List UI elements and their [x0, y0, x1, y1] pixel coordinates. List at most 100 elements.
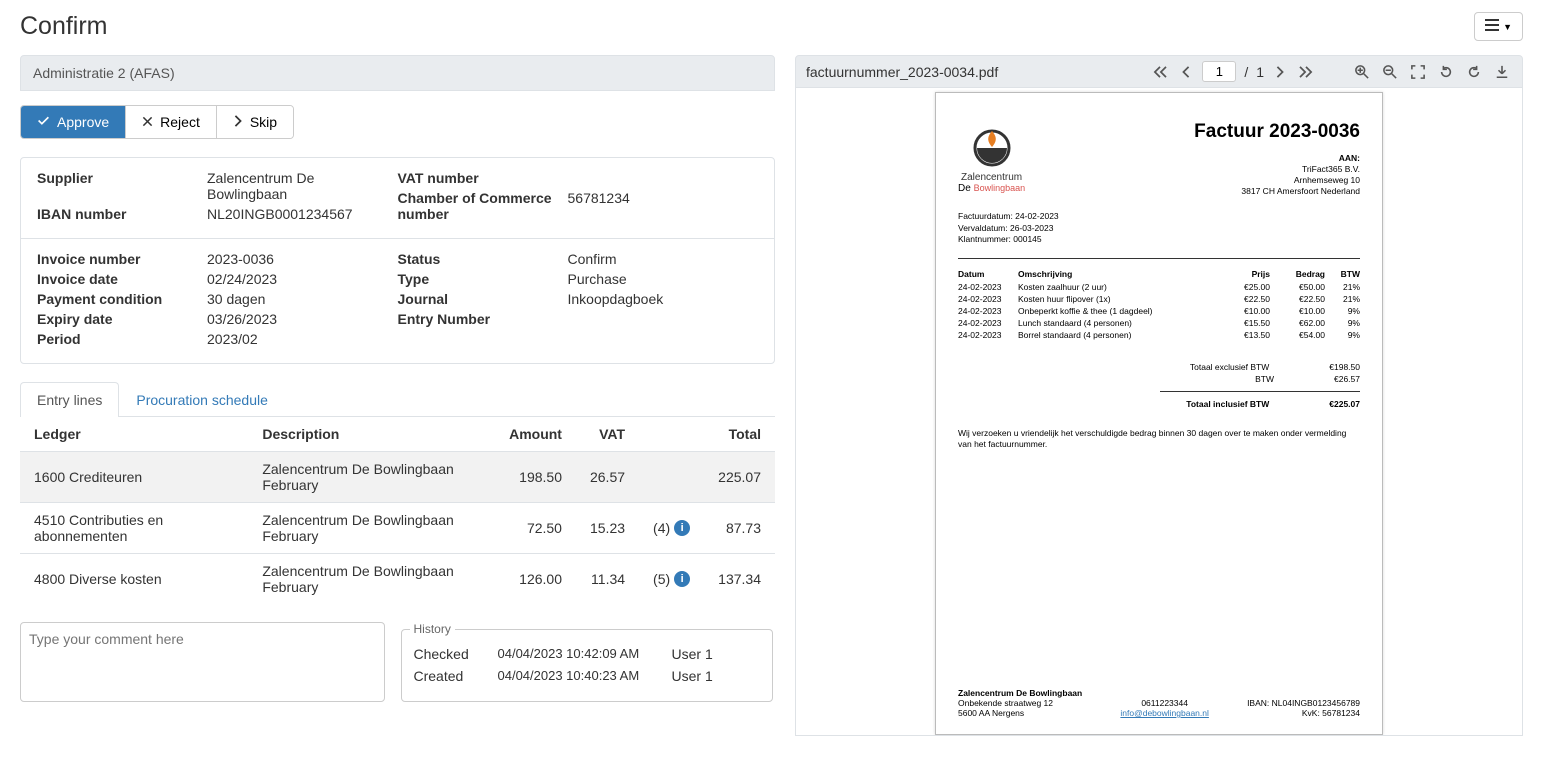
fullscreen-icon[interactable] — [1408, 63, 1428, 81]
entry-number-label: Entry Number — [398, 311, 568, 327]
first-page-icon[interactable] — [1150, 64, 1170, 80]
zoom-out-icon[interactable] — [1380, 63, 1400, 81]
skip-label: Skip — [250, 114, 277, 130]
pdf-title: Factuur 2023-0036 — [1194, 121, 1360, 143]
table-row: 4510 Contributies en abonnementen Zalenc… — [20, 503, 775, 554]
history-user: User 1 — [672, 668, 713, 684]
info-icon: i — [674, 520, 690, 536]
invoice-number-value: 2023-0036 — [207, 251, 274, 267]
vat-info-badge[interactable]: (5) i — [653, 571, 690, 587]
supplier-label: Supplier — [37, 170, 207, 202]
pdf-meta: Factuurdatum: 24-02-2023 Vervaldatum: 26… — [958, 211, 1360, 245]
table-row: 4800 Diverse kosten Zalencentrum De Bowl… — [20, 554, 775, 605]
th-vat: VAT — [576, 417, 639, 452]
cell-vat: 15.23 — [576, 503, 639, 554]
tab-entry-lines[interactable]: Entry lines — [20, 382, 119, 417]
cell-vat: 11.34 — [576, 554, 639, 605]
coc-value: 56781234 — [568, 190, 630, 222]
pdf-totals: Totaal exclusief BTW€198.50 BTW€26.57 To… — [958, 361, 1360, 410]
expiry-date-label: Expiry date — [37, 311, 207, 327]
invoice-date-value: 02/24/2023 — [207, 271, 277, 287]
cell-ledger: 4800 Diverse kosten — [20, 554, 248, 605]
cell-info — [639, 452, 704, 503]
cell-info: (5) i — [639, 554, 704, 605]
reject-label: Reject — [160, 114, 200, 130]
pdf-note: Wij verzoeken u vriendelijk het verschul… — [958, 428, 1360, 450]
cell-description: Zalencentrum De Bowlingbaan February — [248, 554, 495, 605]
th-total: Total — [704, 417, 775, 452]
pdf-footer: Zalencentrum De Bowlingbaan Onbekende st… — [958, 688, 1360, 718]
pdf-filename: factuurnummer_2023-0034.pdf — [806, 64, 998, 80]
approve-label: Approve — [57, 114, 109, 130]
last-page-icon[interactable] — [1296, 64, 1316, 80]
invoice-number-label: Invoice number — [37, 251, 207, 267]
pdf-viewer-body[interactable]: Zalencentrum De Bowlingbaan Factuur 2023… — [795, 88, 1523, 736]
download-icon[interactable] — [1492, 63, 1512, 81]
cell-info: (4) i — [639, 503, 704, 554]
next-page-icon[interactable] — [1272, 64, 1288, 80]
cell-ledger: 4510 Contributies en abonnementen — [20, 503, 248, 554]
invoice-details-card: SupplierZalencentrum De Bowlingbaan IBAN… — [20, 157, 775, 364]
tab-procuration-schedule[interactable]: Procuration schedule — [119, 382, 285, 417]
vat-label: VAT number — [398, 170, 568, 186]
expiry-date-value: 03/26/2023 — [207, 311, 277, 327]
cell-amount: 198.50 — [495, 452, 576, 503]
supplier-value: Zalencentrum De Bowlingbaan — [207, 170, 398, 202]
history-timestamp: 04/04/2023 10:42:09 AM — [498, 646, 658, 661]
coc-label: Chamber of Commerce number — [398, 190, 568, 222]
cell-ledger: 1600 Crediteuren — [20, 452, 248, 503]
history-row: Created 04/04/2023 10:40:23 AM User 1 — [414, 668, 761, 684]
administration-label: Administratie 2 (AFAS) — [20, 55, 775, 91]
period-value: 2023/02 — [207, 331, 258, 347]
status-label: Status — [398, 251, 568, 267]
th-description: Description — [248, 417, 495, 452]
th-amount: Amount — [495, 417, 576, 452]
entry-lines-table: Ledger Description Amount VAT Total 1600… — [20, 417, 775, 604]
journal-label: Journal — [398, 291, 568, 307]
caret-down-icon: ▼ — [1503, 22, 1512, 32]
history-label: Created — [414, 668, 484, 684]
prev-page-icon[interactable] — [1178, 64, 1194, 80]
history-user: User 1 — [672, 646, 713, 662]
page-separator: / — [1244, 64, 1248, 80]
reject-button[interactable]: Reject — [126, 106, 217, 138]
vat-info-badge[interactable]: (4) i — [653, 520, 690, 536]
info-icon: i — [674, 571, 690, 587]
cell-amount: 126.00 — [495, 554, 576, 605]
history-timestamp: 04/04/2023 10:40:23 AM — [498, 668, 658, 683]
period-label: Period — [37, 331, 207, 347]
check-icon — [37, 114, 50, 130]
approve-button[interactable]: Approve — [21, 106, 126, 138]
type-value: Purchase — [568, 271, 627, 287]
table-row: 1600 Crediteuren Zalencentrum De Bowling… — [20, 452, 775, 503]
chevron-right-icon — [233, 114, 243, 130]
th-info — [639, 417, 704, 452]
cell-description: Zalencentrum De Bowlingbaan February — [248, 503, 495, 554]
list-icon — [1485, 19, 1499, 34]
th-ledger: Ledger — [20, 417, 248, 452]
payment-condition-label: Payment condition — [37, 291, 207, 307]
rotate-cw-icon[interactable] — [1464, 63, 1484, 81]
type-label: Type — [398, 271, 568, 287]
cell-total: 225.07 — [704, 452, 775, 503]
cell-vat: 26.57 — [576, 452, 639, 503]
cell-total: 87.73 — [704, 503, 775, 554]
pdf-recipient: AAN: TriFact365 B.V. Arnhemseweg 10 3817… — [1194, 153, 1360, 197]
comment-input[interactable] — [20, 622, 385, 702]
zoom-in-icon[interactable] — [1352, 63, 1372, 81]
history-box: History Checked 04/04/2023 10:42:09 AM U… — [401, 622, 774, 702]
action-button-group: Approve Reject Skip — [20, 105, 294, 139]
cell-amount: 72.50 — [495, 503, 576, 554]
options-menu-button[interactable]: ▼ — [1474, 12, 1523, 41]
page-title: Confirm — [20, 12, 108, 41]
rotate-ccw-icon[interactable] — [1436, 63, 1456, 81]
skip-button[interactable]: Skip — [217, 106, 293, 138]
total-pages: 1 — [1256, 64, 1264, 80]
iban-value: NL20INGB0001234567 — [207, 206, 353, 222]
invoice-date-label: Invoice date — [37, 271, 207, 287]
history-legend: History — [410, 622, 455, 636]
status-value: Confirm — [568, 251, 617, 267]
pdf-line-items: Datum Omschrijving Prijs Bedrag BTW 24-0… — [958, 267, 1360, 341]
page-number-input[interactable] — [1202, 61, 1236, 82]
history-label: Checked — [414, 646, 484, 662]
